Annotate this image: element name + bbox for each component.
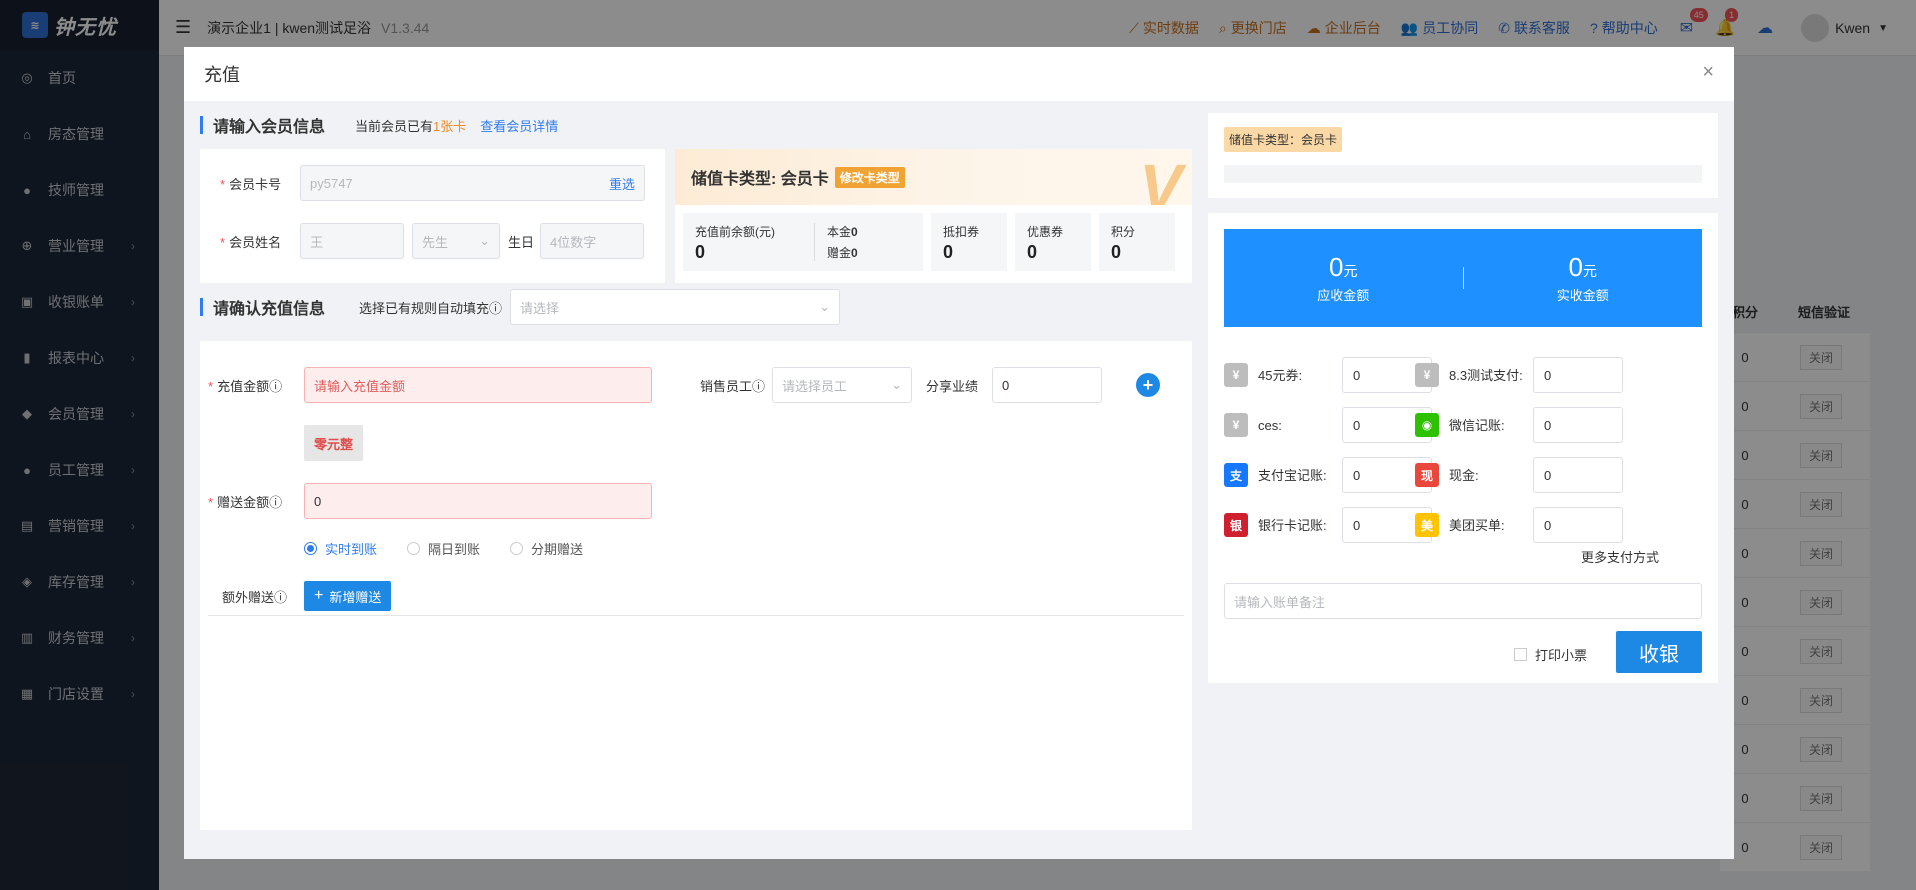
alipay-icon: 支 (1224, 463, 1248, 487)
staff-label: 销售员工 (700, 378, 753, 394)
modal-title: 充值 (204, 65, 240, 85)
info-icon: ⓘ (752, 378, 766, 394)
view-member-detail-link[interactable]: 查看会员详情 (480, 116, 558, 135)
yen-icon: ¥ (1224, 363, 1248, 387)
gift-amount-input[interactable]: 0 (304, 483, 652, 519)
member-section-title: 请输入会员信息 当前会员已有1张卡 查看会员详情 (200, 101, 1192, 149)
receivable-amount: 0 (1329, 252, 1344, 282)
unionpay-icon: 银 (1224, 513, 1248, 537)
payment-method: 美美团买单: 0 (1415, 507, 1623, 543)
payment-method: 银银行卡记账: 0 (1224, 507, 1432, 543)
cashier-button[interactable]: 收银 (1616, 631, 1702, 673)
add-staff-plus-icon[interactable]: + (1136, 373, 1160, 397)
info-icon: ⓘ (489, 300, 503, 316)
gender-select[interactable]: 先生 ⌄ (412, 223, 500, 259)
name-label: 会员姓名 (229, 234, 282, 250)
extra-gift-label: 额外赠送 (222, 589, 275, 605)
recharge-section-title: 请确认充值信息 选择已有规则自动填充ⓘ 请选择 ⌄ (200, 283, 1192, 331)
received-label: 实收金额 (1556, 288, 1609, 303)
payment-label: 美团买单: (1449, 517, 1505, 533)
payment-method: ◉ 微信记账: 0 (1415, 407, 1623, 443)
add-gift-button[interactable]: + 新增赠送 (304, 581, 392, 611)
birthday-label: 生日 (508, 234, 535, 250)
plus-icon: + (314, 587, 324, 604)
close-icon[interactable]: × (1702, 61, 1714, 84)
recharge-modal: 充值 × 请输入会员信息 当前会员已有1张卡 查看会员详情 * 会员卡号 py57… (184, 47, 1734, 859)
modify-card-type-button[interactable]: 修改卡类型 (834, 166, 905, 188)
birthday-input[interactable]: 4位数字 (540, 223, 645, 259)
zero-yuan-button[interactable]: 零元整 (304, 425, 364, 461)
name-input[interactable]: 王 (300, 223, 404, 259)
info-icon: ⓘ (274, 589, 288, 605)
card-type-summary: 储值卡类型：会员卡 (1208, 113, 1718, 198)
v-watermark-icon: V (1139, 151, 1182, 205)
member-info-panel: * 会员卡号 py5747 重选 * 会员姓名 王 先生 ⌄ 生日 4位数字 (200, 149, 665, 283)
rule-select[interactable]: 请选择 ⌄ (510, 289, 841, 325)
info-icon: ⓘ (269, 378, 283, 394)
radio-realtime[interactable]: 实时到账 (304, 539, 377, 558)
radio-next-day[interactable]: 隔日到账 (407, 539, 480, 558)
more-pay-methods-link[interactable]: 更多支付方式 (1581, 547, 1659, 566)
payment-method: ¥45元券: 0 (1224, 357, 1432, 393)
recharge-amount-input[interactable]: 请输入充值金额 (304, 367, 652, 403)
receivable-label: 应收金额 (1317, 288, 1370, 303)
chevron-down-icon: ⌄ (891, 377, 902, 392)
coupon-stat: 优惠券 0 (1015, 213, 1091, 271)
chevron-down-icon: ⌄ (479, 233, 490, 248)
yen-icon: ¥ (1224, 413, 1248, 437)
share-label: 分享业绩 (926, 378, 979, 394)
amount-label: 充值金额 (217, 378, 270, 394)
meituan-icon: 美 (1415, 513, 1439, 537)
print-receipt-checkbox[interactable]: 打印小票 (1514, 645, 1587, 664)
card-type-tag: 储值卡类型：会员卡 (1224, 127, 1343, 152)
checkbox-icon (1514, 648, 1527, 661)
staff-select[interactable]: 请选择员工 ⌄ (772, 367, 912, 403)
payment-label: 现金: (1449, 467, 1479, 483)
deduction-coupon-stat: 抵扣券 0 (931, 213, 1007, 271)
share-input[interactable]: 0 (992, 367, 1102, 403)
yen-icon: ¥ (1415, 363, 1439, 387)
payment-method: 支支付宝记账: 0 (1224, 457, 1432, 493)
payment-amount-input[interactable]: 0 (1533, 407, 1623, 443)
wechat-icon: ◉ (1415, 413, 1439, 437)
payment-amount-input[interactable]: 0 (1533, 357, 1623, 393)
chevron-down-icon: ⌄ (819, 299, 831, 314)
payment-label: 8.3测试支付: (1449, 367, 1523, 383)
recharge-panel: * 充值金额ⓘ 请输入充值金额 销售员工ⓘ 请选择员工 ⌄ 分享业绩 0 + 零元整… (200, 341, 1192, 830)
card-count: 1张卡 (433, 118, 467, 134)
stored-card-panel: 储值卡类型: 会员卡 修改卡类型 V 充值前余额(元) 0 本金0 赠金0 抵扣… (675, 149, 1192, 283)
payment-method: ¥ ces: 0 (1224, 407, 1432, 443)
info-icon: ⓘ (269, 494, 283, 510)
amount-summary: 0元 应收金额 0元 实收金额 (1224, 229, 1702, 327)
balance-stat: 充值前余额(元) 0 本金0 赠金0 (683, 213, 923, 271)
radio-installment[interactable]: 分期赠送 (510, 539, 583, 558)
payment-label: ces: (1258, 417, 1282, 433)
reselect-button[interactable]: 重选 (609, 174, 635, 193)
payment-amount-input[interactable]: 0 (1533, 507, 1623, 543)
payment-label: 45元券: (1258, 367, 1303, 383)
card-type-title: 储值卡类型: 会员卡 (691, 171, 829, 188)
bill-remark-input[interactable]: 请输入账单备注 (1224, 583, 1702, 619)
payment-amount-input[interactable]: 0 (1533, 457, 1623, 493)
card-no-input[interactable]: py5747 重选 (300, 165, 645, 201)
summary-bar (1224, 165, 1702, 183)
card-no-label: 会员卡号 (229, 176, 282, 192)
payment-method: ¥8.3测试支付: 0 (1415, 357, 1623, 393)
payment-label: 银行卡记账: (1258, 517, 1327, 533)
payment-label: 支付宝记账: (1258, 467, 1327, 483)
payment-panel: 0元 应收金额 0元 实收金额 ¥45元券: 0 ¥8.3测试支付: 0 ¥ ces: 0 ◉… (1208, 213, 1718, 683)
cash-icon: 现 (1415, 463, 1439, 487)
received-amount: 0 (1568, 252, 1583, 282)
gift-amount-label: 赠送金额 (217, 494, 270, 510)
payment-method: 现现金: 0 (1415, 457, 1623, 493)
payment-label: 微信记账: (1449, 417, 1505, 433)
points-stat: 积分 0 (1099, 213, 1175, 271)
